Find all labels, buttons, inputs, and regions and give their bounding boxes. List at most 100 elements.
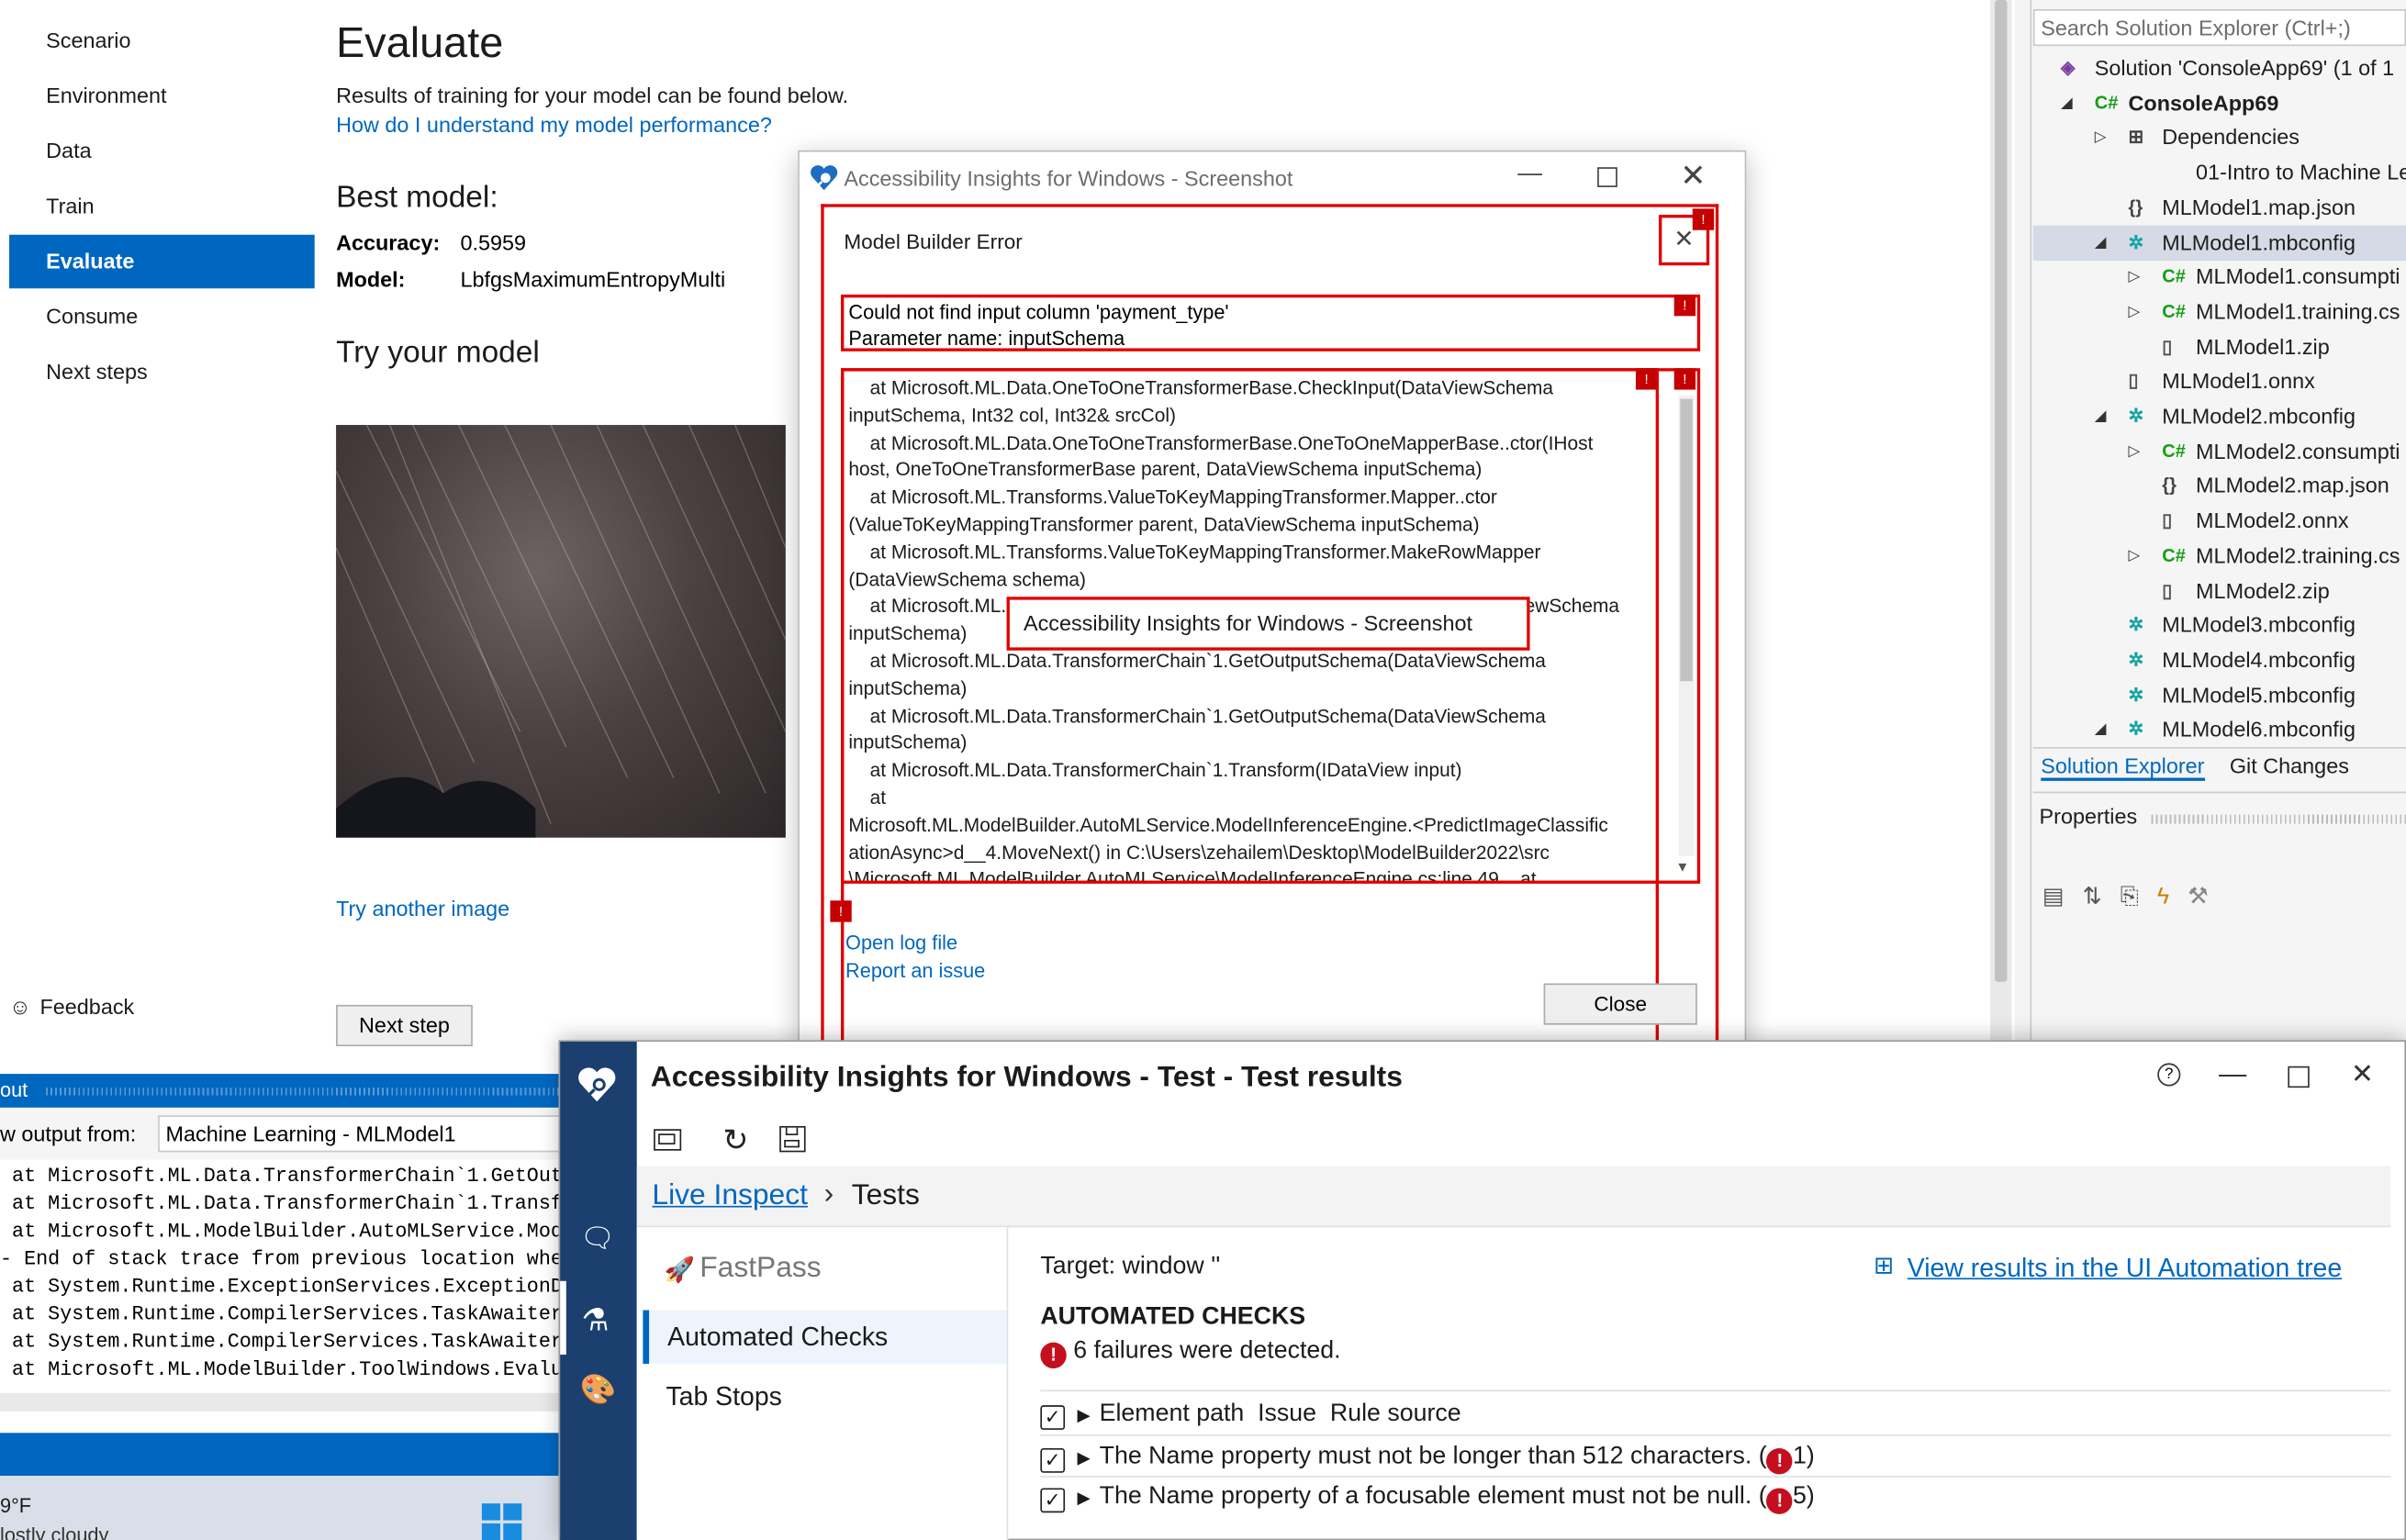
solution-tree-item[interactable]: ✲ MLModel5.mbconfig	[2033, 677, 2406, 712]
wizard-nav-next-steps[interactable]: Next steps	[9, 345, 315, 399]
expand-icon[interactable]: ▷	[2129, 260, 2141, 295]
property-pages-icon[interactable]: ⎘	[2121, 884, 2157, 909]
weather-temp[interactable]: 9°F	[0, 1494, 31, 1517]
expand-icon[interactable]: ▶	[1077, 1490, 1090, 1508]
minimize-button[interactable]: —	[1515, 162, 1545, 192]
windows-start-icon[interactable]	[480, 1501, 523, 1540]
vertical-scrollbar[interactable]	[1990, 0, 2012, 1043]
solution-tree-item[interactable]: ◢ C# ConsoleApp69	[2033, 85, 2406, 120]
select-all-checkbox[interactable]: ✓	[1040, 1405, 1066, 1430]
test-flask-icon[interactable]: ⚗	[582, 1301, 610, 1340]
solution-tree-item[interactable]: ▷ C# MLModel2.training.cs	[2033, 538, 2406, 573]
wrench-icon[interactable]: ⚒	[2188, 884, 2227, 909]
solution-tree-item[interactable]: {} MLModel2.map.json	[2033, 468, 2406, 503]
open-log-link[interactable]: Open log file	[845, 932, 957, 954]
solution-tree-item[interactable]: ✲ MLModel4.mbconfig	[2033, 642, 2406, 677]
screenshot-window-title: Accessibility Insights for Windows - Scr…	[844, 165, 1293, 191]
weather-desc[interactable]: lostly cloudy	[0, 1523, 108, 1540]
collapse-icon[interactable]: ◢	[2095, 712, 2107, 747]
solution-tree-item[interactable]: ◢ ✲ MLModel1.mbconfig	[2032, 224, 2406, 261]
view-tree-link[interactable]: View results in the UI Automation tree	[1908, 1254, 2342, 1284]
help-icon[interactable]: ?	[2157, 1063, 2181, 1087]
scroll-down-icon[interactable]: ▼	[1675, 859, 1689, 875]
nav-tab-stops[interactable]: Tab Stops	[643, 1370, 1006, 1424]
rule-row[interactable]: ✓ ▶ The Name property of a focusable eleme…	[1040, 1478, 1815, 1517]
solution-tree-item[interactable]: 01-Intro to Machine Lear	[2033, 155, 2406, 190]
try-another-link[interactable]: Try another image	[336, 896, 509, 921]
solution-tree-item[interactable]: ▷ C# MLModel1.consumpti	[2033, 260, 2406, 295]
close-window-button[interactable]: ✕	[1680, 157, 1706, 195]
rule-checkbox[interactable]: ✓	[1040, 1447, 1066, 1473]
rule-row[interactable]: ✓ ▶ The Name property must not be longer t…	[1040, 1437, 1815, 1477]
mbconfig-icon: ✲	[2128, 648, 2144, 671]
collapse-icon[interactable]: ◢	[2095, 399, 2107, 434]
refresh-icon[interactable]: ↻	[722, 1122, 748, 1160]
fastpass-label: FastPass	[699, 1252, 822, 1285]
solution-tree-item[interactable]: ▯ MLModel1.zip	[2033, 329, 2406, 364]
solution-tree-item[interactable]: ◢ ✲ MLModel6.mbconfig	[2033, 712, 2406, 747]
rule-checkbox[interactable]: ✓	[1040, 1488, 1066, 1513]
expand-icon[interactable]: ▷	[2129, 538, 2141, 573]
wizard-nav-evaluate[interactable]: Evaluate	[9, 234, 315, 289]
next-step-button[interactable]: Next step	[336, 1004, 473, 1047]
scrollbar-thumb[interactable]	[1995, 0, 2008, 982]
expand-icon[interactable]: ▷	[2095, 120, 2107, 155]
categorized-icon[interactable]: ▤	[2042, 884, 2083, 909]
save-icon[interactable]	[779, 1125, 806, 1153]
wizard-nav-train[interactable]: Train	[9, 180, 315, 234]
solution-tree-item[interactable]: ✲ MLModel3.mbconfig	[2033, 608, 2406, 642]
breadcrumb-tests: Tests	[851, 1179, 920, 1212]
inspect-icon[interactable]: 🗨	[580, 1222, 615, 1255]
trace-scrollbar-thumb[interactable]	[1680, 398, 1693, 682]
wizard-nav-consume[interactable]: Consume	[9, 290, 315, 344]
solution-tree-item[interactable]: ▯ MLModel1.onnx	[2033, 364, 2406, 399]
solution-search-input[interactable]: Search Solution Explorer (Ctrl+;)	[2032, 9, 2406, 47]
solution-tree-item[interactable]: ▷ C# MLModel1.training.cs	[2033, 295, 2406, 329]
error-message-box: Could not find input column 'payment_typ…	[841, 294, 1701, 352]
expand-icon[interactable]: ▶	[1077, 1450, 1090, 1468]
solution-tree-item[interactable]: ◢ ✲ MLModel2.mbconfig	[2033, 399, 2406, 434]
output-hscrollbar[interactable]	[0, 1392, 568, 1412]
feedback-link[interactable]: ☺ Feedback	[9, 989, 134, 1023]
failure-summary: ! 6 failures were detected.	[1040, 1338, 1341, 1369]
wizard-nav-data[interactable]: Data	[9, 124, 315, 178]
output-source-select[interactable]: Machine Learning - MLModel1	[158, 1115, 561, 1153]
wizard-nav-environment[interactable]: Environment	[9, 69, 315, 123]
page-title: Evaluate	[336, 18, 504, 66]
error-icon: !	[1040, 1342, 1067, 1369]
solution-tree-item-label: Solution 'ConsoleApp69' (1 of 1	[2094, 55, 2395, 80]
accuracy-label: Accuracy:	[336, 229, 441, 255]
alphabetical-icon[interactable]: ⇅	[2083, 884, 2121, 909]
tab-solution-explorer[interactable]: Solution Explorer	[2041, 753, 2205, 781]
collapse-icon[interactable]: ◢	[2095, 225, 2107, 260]
tab-git-changes[interactable]: Git Changes	[2230, 753, 2349, 778]
maximize-button[interactable]	[2288, 1066, 2310, 1088]
solution-tree-item-label: MLModel2.training.cs	[2196, 542, 2400, 568]
expand-icon[interactable]: ▶	[1077, 1407, 1090, 1425]
solution-tree-item[interactable]: {} MLModel1.map.json	[2033, 190, 2406, 225]
error-icon: !	[1766, 1488, 1794, 1514]
trace-scrollbar[interactable]	[1678, 396, 1695, 856]
solution-tree-item[interactable]: ▯ MLModel2.onnx	[2033, 503, 2406, 538]
solution-tree-item[interactable]: ▷ C# MLModel2.consumpti	[2033, 434, 2406, 469]
solution-tree-item[interactable]: ▯ MLModel2.zip	[2033, 573, 2406, 608]
nav-automated-checks[interactable]: Automated Checks	[643, 1310, 1007, 1365]
maximize-button[interactable]	[1597, 167, 1617, 187]
error-marker-icon: !	[830, 900, 852, 922]
minimize-button[interactable]: —	[2219, 1058, 2246, 1090]
wizard-nav-scenario[interactable]: Scenario	[9, 14, 315, 68]
expand-icon[interactable]: ▷	[2129, 295, 2141, 329]
report-issue-link[interactable]: Report an issue	[845, 959, 985, 982]
breadcrumb-live-inspect[interactable]: Live Inspect	[652, 1179, 808, 1213]
help-link[interactable]: How do I understand my model performance…	[336, 112, 772, 137]
tree-icon: ⊞	[1874, 1253, 1895, 1280]
color-palette-icon[interactable]: 🎨	[580, 1371, 617, 1408]
solution-tree-item[interactable]: ▷ ⊞ Dependencies	[2033, 120, 2406, 155]
dialog-close-button[interactable]: Close	[1543, 983, 1697, 1025]
screenshot-toggle-icon[interactable]	[654, 1129, 682, 1151]
expand-icon[interactable]: ▷	[2129, 434, 2141, 469]
solution-tree-item[interactable]: ◈ Solution 'ConsoleApp69' (1 of 1	[2033, 50, 2406, 85]
events-icon[interactable]: ϟ	[2157, 884, 2188, 909]
close-window-button[interactable]: ✕	[2351, 1058, 2374, 1090]
collapse-icon[interactable]: ◢	[2061, 85, 2073, 120]
